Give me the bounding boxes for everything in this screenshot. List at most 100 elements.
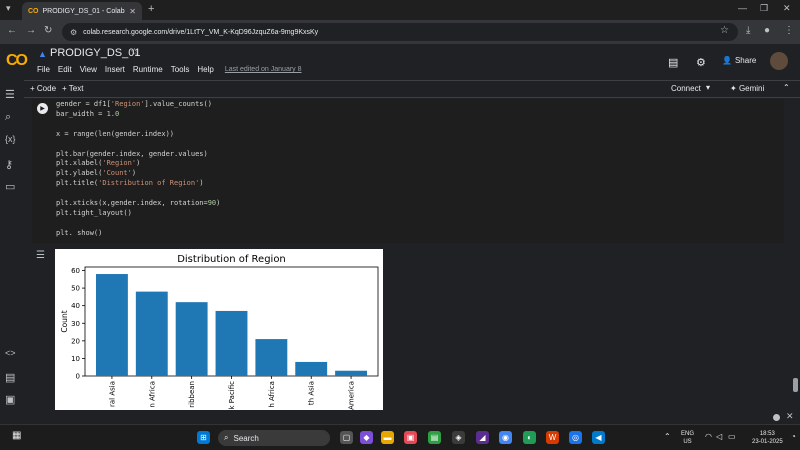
language-indicator[interactable]: ENG US: [681, 430, 694, 446]
taskbar-search[interactable]: ⌕ Search: [218, 430, 330, 446]
store-icon[interactable]: ▣: [404, 431, 417, 444]
bar: [95, 274, 128, 376]
restore-icon[interactable]: ❐: [760, 3, 768, 14]
menu-insert[interactable]: Insert: [105, 65, 125, 74]
menu-tools[interactable]: Tools: [171, 65, 190, 74]
chart-output: Distribution of Region 0 10 20 30 40 50 60 Count…: [55, 249, 383, 410]
app-icon-4[interactable]: ◐: [523, 431, 536, 444]
scrollbar-thumb[interactable]: [793, 378, 798, 392]
x-tick-label: ral Asia: [108, 381, 116, 407]
menu-edit[interactable]: Edit: [58, 65, 72, 74]
task-view-icon[interactable]: ▢: [340, 431, 353, 444]
code-line: plt.title('Distribution of Region'): [56, 179, 204, 188]
share-button[interactable]: 👤 Share: [722, 56, 756, 65]
user-avatar[interactable]: [770, 52, 788, 70]
new-tab-icon[interactable]: +: [148, 3, 154, 15]
minimize-icon[interactable]: —: [738, 3, 747, 13]
x-tick-label: ribbean: [188, 381, 196, 408]
code-editor[interactable]: gender = df1['Region'].value_counts() bar…: [56, 100, 220, 239]
comment-icon[interactable]: ▤: [668, 56, 678, 69]
notification-bell-icon[interactable]: ◔: [791, 432, 796, 441]
office-icon[interactable]: W: [546, 431, 559, 444]
gemini-button[interactable]: ✦ Gemini: [730, 84, 764, 93]
colab-logo[interactable]: CO: [6, 52, 28, 70]
chrome-icon[interactable]: ◉: [499, 431, 512, 444]
variables-icon[interactable]: {x}: [5, 134, 16, 144]
chevron-up-icon[interactable]: ⌃: [783, 83, 790, 92]
lang-line-2: US: [683, 439, 692, 445]
code-line: plt.ylabel('Count'): [56, 169, 137, 178]
vscode-icon[interactable]: ◀: [592, 431, 605, 444]
url-bar[interactable]: ⚙ colab.research.google.com/drive/1LtTY_…: [62, 23, 738, 41]
clock[interactable]: 18:53 23-01-2025: [752, 430, 783, 446]
y-tick-label: 0: [76, 373, 80, 381]
copilot-icon[interactable]: ◆: [360, 431, 373, 444]
back-icon[interactable]: ←: [7, 25, 17, 36]
menu-bar: File Edit View Insert Runtime Tools Help…: [37, 65, 302, 74]
bar: [215, 310, 248, 376]
status-close-icon[interactable]: ✕: [786, 411, 794, 422]
clock-date: 23-01-2025: [752, 439, 783, 445]
site-info-icon[interactable]: ⚙: [70, 28, 77, 37]
status-bar: ✕: [0, 410, 800, 424]
person-add-icon: 👤: [722, 56, 732, 65]
colab-favicon: CO: [28, 7, 39, 15]
file-explorer-icon[interactable]: ▬: [381, 431, 394, 444]
menu-file[interactable]: File: [37, 65, 50, 74]
connect-button[interactable]: Connect: [671, 84, 701, 93]
table-of-contents-icon[interactable]: ☰: [5, 88, 15, 101]
files-folder-icon[interactable]: ▭: [5, 180, 15, 193]
browser-tab[interactable]: CO PRODIGY_DS_01 - Colab ✕: [22, 2, 142, 20]
add-text-button[interactable]: + Text: [62, 84, 83, 93]
download-icon[interactable]: ⤓: [746, 25, 750, 36]
code-line: plt.xticks(x,gender.index, rotation=90): [56, 199, 221, 208]
wifi-icon[interactable]: ◠: [705, 432, 712, 441]
code-line: plt.xlabel('Region'): [56, 159, 141, 168]
taskbar-search-label: Search: [233, 433, 259, 443]
profile-icon[interactable]: ●: [764, 25, 770, 36]
start-icon[interactable]: ⊞: [197, 431, 210, 444]
close-window-icon[interactable]: ✕: [783, 3, 791, 14]
widgets-icon[interactable]: ▦: [12, 430, 21, 441]
menu-runtime[interactable]: Runtime: [133, 65, 163, 74]
menu-help[interactable]: Help: [197, 65, 213, 74]
colab-header: CO ▲ PRODIGY_DS_01 ☆ File Edit View Inse…: [0, 44, 800, 80]
x-tick-label: n Africa: [148, 381, 156, 408]
x-tick-label: America: [348, 381, 356, 410]
run-cell-button[interactable]: ▶: [37, 103, 48, 114]
app-icon-2[interactable]: ◈: [452, 431, 465, 444]
bar: [175, 302, 208, 376]
settings-gear-icon[interactable]: ⚙: [696, 56, 706, 69]
tab-close-icon[interactable]: ✕: [129, 7, 136, 16]
code-line: x = range(len(gender.index)): [56, 129, 175, 138]
tab-search-icon[interactable]: ▾: [6, 3, 11, 14]
bar: [255, 339, 288, 376]
volume-icon[interactable]: ◁: [716, 432, 722, 441]
code-line: plt. show(): [56, 228, 103, 237]
terminal-icon[interactable]: ▣: [5, 393, 15, 406]
forward-icon[interactable]: →: [26, 25, 36, 36]
secrets-key-icon[interactable]: ⚷: [5, 158, 13, 171]
code-snippets-icon[interactable]: <>: [5, 348, 16, 358]
star-icon[interactable]: ☆: [130, 47, 139, 58]
runtime-status-indicator[interactable]: [773, 414, 780, 421]
notebook-title[interactable]: PRODIGY_DS_01: [50, 47, 140, 59]
last-edited-link[interactable]: Last edited on January 8: [225, 66, 302, 74]
connect-dropdown-icon[interactable]: ▾: [706, 83, 710, 92]
app-icon-1[interactable]: ▤: [428, 431, 441, 444]
battery-icon[interactable]: ▭: [728, 432, 736, 441]
reload-icon[interactable]: ↻: [44, 25, 52, 36]
app-icon-5[interactable]: ◎: [569, 431, 582, 444]
add-code-button[interactable]: + Code: [30, 84, 56, 93]
left-sidebar: ☰ ⌕ {x} ⚷ ▭ <> ▤ ▣: [0, 80, 24, 410]
app-icon-3[interactable]: ◢: [476, 431, 489, 444]
browser-menu-icon[interactable]: ⋮: [784, 25, 794, 36]
command-palette-icon[interactable]: ▤: [5, 371, 15, 384]
menu-view[interactable]: View: [80, 65, 97, 74]
tray-chevron-up-icon[interactable]: ⌃: [664, 432, 671, 441]
bookmark-star-icon[interactable]: ☆: [720, 25, 729, 36]
windows-taskbar: ▦ ⊞ ⌕ Search ▢ ◆ ▬ ▣ ▤ ◈ ◢ ◉ ◐ W ◎ ◀ ⌃ E…: [0, 424, 800, 450]
output-actions-icon[interactable]: ☰: [36, 250, 45, 261]
search-icon[interactable]: ⌕: [5, 111, 11, 124]
